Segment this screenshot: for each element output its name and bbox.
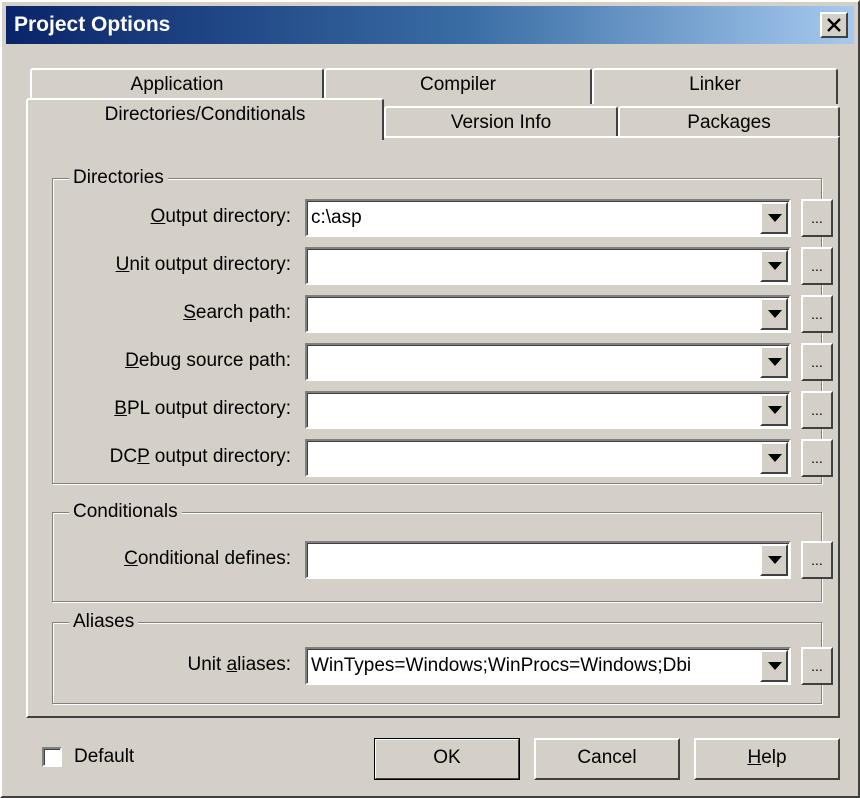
unit-aliases-dropdown-button[interactable] bbox=[760, 650, 788, 682]
unit-aliases-label: Unit aliases: bbox=[187, 654, 291, 675]
conditional-defines-dropdown-button[interactable] bbox=[760, 544, 788, 576]
unit-aliases-browse-button[interactable]: ... bbox=[801, 647, 833, 685]
dcp-output-directory-browse-button[interactable]: ... bbox=[801, 439, 833, 477]
ok-button[interactable]: OK bbox=[374, 738, 520, 780]
tab-directories-conditionals[interactable]: Directories/Conditionals bbox=[26, 98, 384, 140]
chevron-down-icon bbox=[768, 214, 782, 222]
unit-output-directory-dropdown-button[interactable] bbox=[760, 250, 788, 282]
output-directory-value[interactable]: c:\asp bbox=[311, 206, 757, 230]
aliases-group-title: Aliases bbox=[69, 610, 139, 634]
chevron-down-icon bbox=[768, 310, 782, 318]
directories-group: Directories Output directory: c:\asp ...… bbox=[52, 166, 833, 484]
window-title: Project Options bbox=[14, 13, 171, 36]
debug-source-path-browse-button[interactable]: ... bbox=[801, 343, 833, 381]
chevron-down-icon bbox=[768, 358, 782, 366]
unit-aliases-combo[interactable]: WinTypes=Windows;WinProcs=Windows;Dbi bbox=[305, 647, 791, 685]
unit-output-directory-label: Unit output directory: bbox=[115, 254, 291, 275]
close-icon bbox=[827, 18, 841, 32]
output-directory-browse-button[interactable]: ... bbox=[801, 199, 833, 237]
unit-output-directory-browse-button[interactable]: ... bbox=[801, 247, 833, 285]
chevron-down-icon bbox=[768, 662, 782, 670]
tab-panel: Directories Output directory: c:\asp ...… bbox=[26, 136, 840, 718]
bpl-output-directory-combo[interactable] bbox=[305, 391, 791, 429]
bpl-output-directory-label: BPL output directory: bbox=[114, 398, 291, 419]
bpl-output-directory-browse-button[interactable]: ... bbox=[801, 391, 833, 429]
chevron-down-icon bbox=[768, 454, 782, 462]
tab-linker[interactable]: Linker bbox=[592, 68, 838, 104]
debug-source-path-combo[interactable] bbox=[305, 343, 791, 381]
default-checkbox-label[interactable]: Default bbox=[74, 745, 134, 769]
chevron-down-icon bbox=[768, 406, 782, 414]
title-bar[interactable]: Project Options bbox=[6, 6, 854, 44]
conditional-defines-combo[interactable] bbox=[305, 541, 791, 579]
search-path-browse-button[interactable]: ... bbox=[801, 295, 833, 333]
output-directory-combo[interactable]: c:\asp bbox=[305, 199, 791, 237]
output-directory-dropdown-button[interactable] bbox=[760, 202, 788, 234]
conditional-defines-label: Conditional defines: bbox=[124, 548, 291, 569]
conditional-defines-browse-button[interactable]: ... bbox=[801, 541, 833, 579]
help-button[interactable]: Help bbox=[694, 738, 840, 780]
dcp-output-directory-dropdown-button[interactable] bbox=[760, 442, 788, 474]
unit-aliases-value[interactable]: WinTypes=Windows;WinProcs=Windows;Dbi bbox=[311, 654, 757, 678]
chevron-down-icon bbox=[768, 556, 782, 564]
close-button[interactable] bbox=[820, 12, 848, 38]
debug-source-path-dropdown-button[interactable] bbox=[760, 346, 788, 378]
debug-source-path-label: Debug source path: bbox=[125, 350, 291, 371]
search-path-dropdown-button[interactable] bbox=[760, 298, 788, 330]
project-options-dialog: Project Options Application Compiler Lin… bbox=[0, 0, 860, 798]
search-path-label: Search path: bbox=[183, 302, 291, 323]
output-directory-label: Output directory: bbox=[150, 206, 291, 227]
unit-output-directory-combo[interactable] bbox=[305, 247, 791, 285]
bpl-output-directory-dropdown-button[interactable] bbox=[760, 394, 788, 426]
chevron-down-icon bbox=[768, 262, 782, 270]
default-checkbox[interactable] bbox=[42, 747, 62, 767]
dcp-output-directory-combo[interactable] bbox=[305, 439, 791, 477]
search-path-combo[interactable] bbox=[305, 295, 791, 333]
directories-group-title: Directories bbox=[69, 166, 168, 190]
conditionals-group: Conditionals Conditional defines: ... bbox=[52, 500, 833, 602]
dcp-output-directory-label: DCP output directory: bbox=[109, 446, 291, 467]
aliases-group: Aliases Unit aliases: WinTypes=Windows;W… bbox=[52, 610, 833, 704]
cancel-button[interactable]: Cancel bbox=[534, 738, 680, 780]
conditionals-group-title: Conditionals bbox=[69, 500, 182, 524]
